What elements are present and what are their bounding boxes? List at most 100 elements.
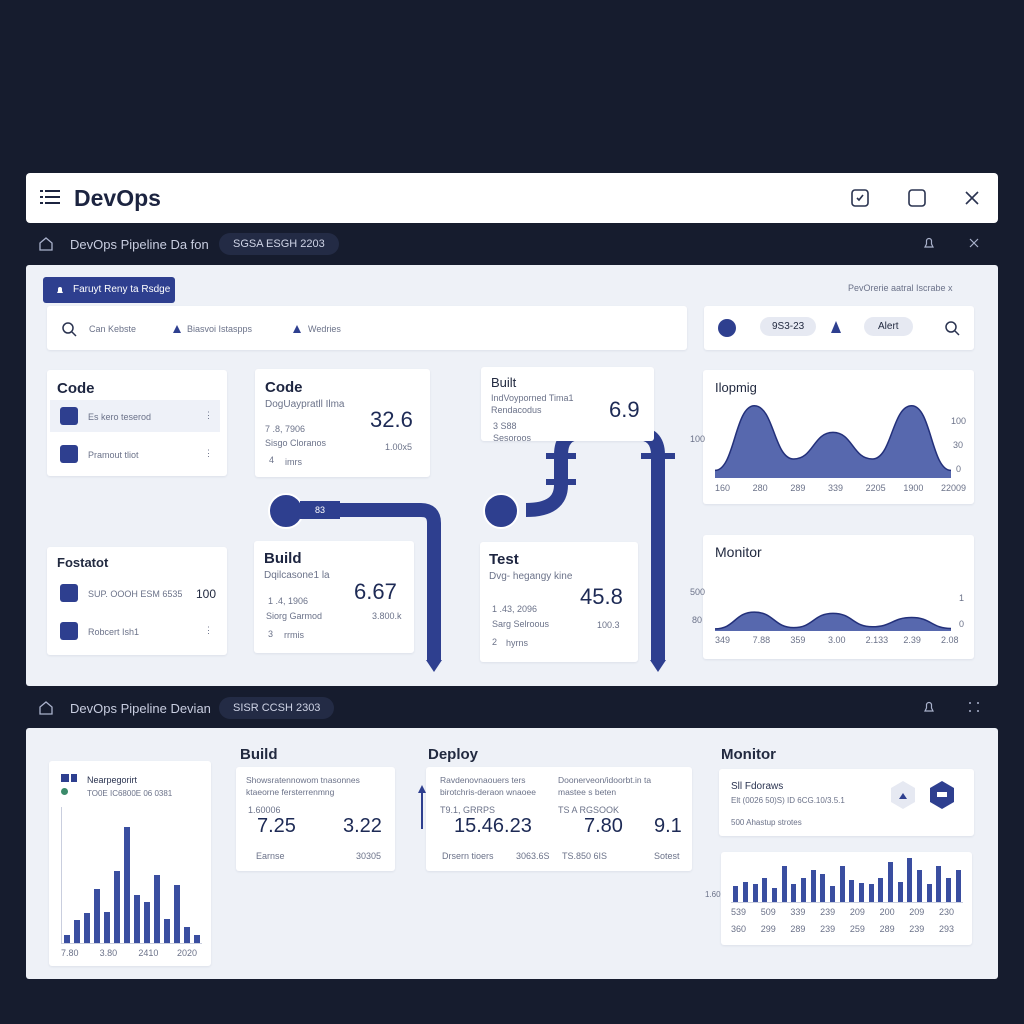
bar (849, 879, 855, 902)
deploy-summary-card[interactable]: Ravdenovnaouers ters birotchris-deraon w… (426, 767, 692, 871)
card-title: Code (265, 379, 303, 396)
test-stage-card[interactable]: Test Dvg- hegangy kine 45.8 1 .43, 2096 … (480, 542, 638, 662)
x-tick-label: 2.08 (941, 635, 959, 645)
card-value: 9.1 (654, 815, 682, 837)
monitor-bar-chart-card: 1.60 539 509 339 239 209 200 209 230 360 299 289 2… (705, 852, 972, 945)
pipeline-node[interactable] (268, 493, 304, 529)
area-chart (715, 611, 951, 631)
card-title: Build (264, 550, 302, 567)
bell-icon[interactable] (922, 236, 936, 250)
card-value: 3.22 (343, 815, 382, 837)
close-button[interactable] (960, 186, 984, 210)
y-tick: 0 (956, 464, 962, 474)
built-stage-card[interactable]: Built IndVoyporned Tima1 Rendacodus 6.9 … (481, 367, 654, 443)
window-titlebar: DevOps (26, 173, 998, 223)
legend-icon (71, 774, 77, 782)
bar (154, 875, 160, 943)
card-line: Sotest (654, 851, 680, 861)
bar (144, 902, 150, 943)
chart-title: Nearpegorirt (87, 775, 138, 785)
maximize-button[interactable] (905, 186, 929, 210)
server-icon[interactable] (926, 779, 958, 811)
card-line: 100.3 (597, 620, 620, 630)
code-stage-card[interactable]: Code DogUaypratll Ilma 32.6 7 .8, 7906 S… (255, 369, 430, 477)
x-tick-label: 539 (731, 907, 747, 917)
area-chart (715, 405, 951, 478)
x-tick-label: 200 (879, 907, 895, 917)
bar (84, 913, 90, 943)
bar (801, 878, 806, 902)
card-line: rrmis (284, 630, 304, 640)
card-line: 3 S88 (493, 421, 517, 431)
x-tick-label: 293 (939, 924, 955, 934)
card-line: 3.800.k (372, 611, 402, 621)
bar (926, 884, 932, 902)
user-icon[interactable] (887, 779, 919, 811)
build-summary-card[interactable]: Showsratennowom tnasonnes ktaeorne ferst… (236, 767, 395, 871)
chart-title: Ilopmig (715, 380, 757, 395)
x-tick-label: 209 (909, 907, 925, 917)
minimize-button[interactable] (848, 186, 872, 210)
y-tick: 80 (692, 615, 703, 625)
collapse-icon[interactable] (968, 701, 980, 713)
x-tick-label: 160 (715, 483, 731, 493)
x-axis-labels: 7.80 3.80 2410 2020 (61, 948, 201, 960)
window-title: DevOps (74, 185, 161, 211)
card-line: Sisgo Cloranos (265, 438, 327, 448)
pipeline-panel: Faruyt Reny ta Rsdge PevOrerie aatral Is… (26, 265, 998, 686)
home-icon[interactable] (38, 236, 54, 252)
bell-icon[interactable] (922, 700, 936, 714)
bar (888, 862, 893, 902)
toolbar-strip-1: DevOps Pipeline Da fon SGSA ESGH 2203 (26, 226, 998, 262)
bar (94, 888, 100, 943)
card-line: Sarg Selroous (492, 619, 550, 629)
x-tick-label: 230 (939, 907, 955, 917)
x-tick-label: 339 (790, 907, 806, 917)
bar (124, 827, 130, 943)
x-tick-label: 339 (828, 483, 844, 493)
x-tick-label: 7.88 (752, 635, 771, 645)
bar (868, 884, 874, 902)
legend-icon (61, 774, 69, 782)
x-tick-label: 2.133 (865, 635, 889, 645)
bar-chart-card: Nearpegorirt TO0E IC6800E 06 0381 7.80 3.… (49, 761, 211, 966)
y-tick: 100 (690, 434, 706, 444)
bar (762, 878, 768, 902)
series-area (715, 405, 951, 478)
card-line: imrs (285, 457, 302, 467)
card-line: Earnse (256, 851, 285, 861)
x-tick-label: 239 (820, 907, 836, 917)
bar (781, 866, 787, 902)
card-line: Drsern tioers (442, 851, 494, 861)
chart-title: Monitor (715, 544, 762, 560)
x-tick-label: 509 (760, 907, 776, 917)
x-tick-label: 289 (790, 483, 806, 493)
menu-icon[interactable] (40, 187, 60, 207)
bar (104, 911, 110, 943)
bar (174, 884, 180, 943)
card-line: hyrns (506, 638, 529, 648)
chart-subtitle: TO0E IC6800E 06 0381 (87, 789, 173, 798)
card-value: 7.80 (584, 815, 623, 837)
bar (917, 870, 922, 902)
bar (184, 926, 190, 943)
x-tick-label: 299 (760, 924, 776, 934)
x-axis-labels: 360 299 289 239 259 289 239 293 (731, 924, 963, 936)
card-subtitle: Dqilcasone1 la (264, 570, 330, 581)
card-line: ktaeorne fersterrenmng (246, 787, 335, 797)
card-value: 15.46.23 (454, 815, 532, 837)
close-icon[interactable] (968, 237, 980, 249)
x-tick-label: 2.39 (903, 635, 921, 645)
build-stage-card[interactable]: Build Dqilcasone1 la 6.67 1 .4, 1906 Sio… (254, 541, 414, 653)
bar (752, 884, 758, 902)
card-line: T9.1, GRRPS (440, 805, 496, 815)
home-icon[interactable] (38, 700, 54, 716)
card-line: TS A RGSOOK (558, 805, 620, 815)
monitor-summary-card[interactable]: Sll Fdoraws Elt (0026 50)S) ID 6CG.10/3.… (719, 769, 974, 836)
x-axis-labels: 539 509 339 239 209 200 209 230 (731, 907, 963, 919)
bar (830, 886, 835, 902)
pipeline-node[interactable] (483, 493, 519, 529)
card-line: 3063.6S (516, 851, 550, 861)
bar (859, 882, 864, 902)
bar (839, 866, 845, 902)
